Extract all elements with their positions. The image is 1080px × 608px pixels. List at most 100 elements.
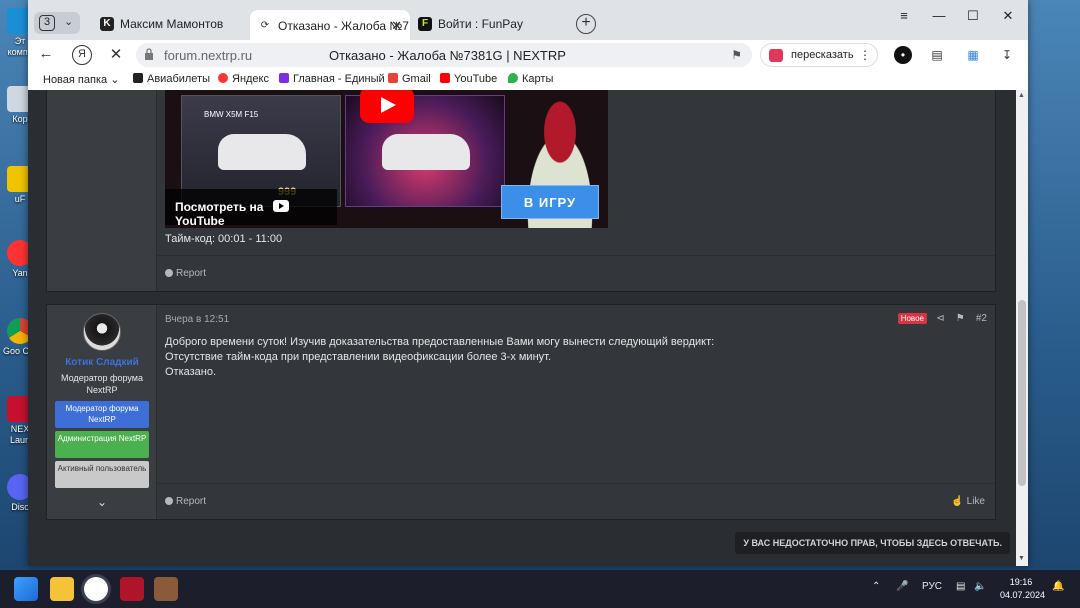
- bookmark-icon[interactable]: ⚑: [731, 48, 742, 62]
- navigation-bar: ← Я ✕ forum.nextrp.ru Отказано - Жалоба …: [28, 40, 1028, 70]
- yandex-icon: [218, 73, 228, 83]
- bookmarks-bar: Новая папка ⌄ Авиабилеты Яндекс Главная …: [28, 70, 1028, 90]
- nextrp-taskbar-icon[interactable]: [120, 577, 144, 601]
- bookmark-icon[interactable]: ⚑: [956, 313, 965, 324]
- forum-post-1: BMW X5M F15 999 Посмотреть на YouTube: [46, 90, 996, 292]
- download-icon[interactable]: ↧: [998, 46, 1016, 64]
- notification-icon[interactable]: 🔔: [1052, 581, 1064, 592]
- car-image: [218, 134, 306, 170]
- post-line: Доброго времени суток! Изучив доказатель…: [165, 336, 715, 348]
- tab-complaint[interactable]: ⟳ Отказано - Жалоба №7 ✕: [250, 10, 410, 44]
- volume-icon[interactable]: 🔈: [974, 581, 986, 592]
- badge-active-user: Активный пользователь: [55, 461, 149, 488]
- youtube-play-button[interactable]: [360, 90, 414, 123]
- chevron-down-icon[interactable]: ⌄: [47, 495, 157, 509]
- chevron-down-icon: ⌄: [110, 74, 120, 86]
- post-line: Отсутствие тайм-кода при представлении в…: [165, 351, 552, 363]
- maximize-icon[interactable]: ☐: [958, 8, 988, 24]
- minimize-icon[interactable]: —: [924, 8, 954, 23]
- scroll-up-icon[interactable]: ▲: [1018, 92, 1025, 99]
- embedded-video[interactable]: BMW X5M F15 999 Посмотреть на YouTube: [165, 90, 608, 228]
- taskbar: ⌃ 🎤 РУС ▤ 🔈 19:16 04.07.2024 🔔: [0, 570, 1080, 608]
- badge-administration: Администрация NextRP: [55, 431, 149, 458]
- collections-icon[interactable]: ▤: [928, 46, 946, 64]
- bookmark-gmail[interactable]: Gmail: [388, 73, 431, 85]
- yandex-logo-icon[interactable]: Я: [72, 45, 92, 65]
- badge-moderator: Модератор форума NextRP: [55, 401, 149, 428]
- report-icon: [165, 497, 173, 505]
- file-explorer-icon[interactable]: [50, 577, 74, 601]
- close-tab-icon[interactable]: ✕: [391, 18, 402, 34]
- youtube-icon: [440, 73, 450, 83]
- new-badge: Новое: [897, 313, 927, 324]
- report-icon: [165, 269, 173, 277]
- maps-icon: [508, 73, 518, 83]
- post-number[interactable]: #2: [976, 313, 987, 324]
- bookmark-youtube[interactable]: YouTube: [440, 73, 497, 85]
- retell-icon: [769, 49, 783, 62]
- new-tab-button[interactable]: +: [576, 14, 596, 34]
- report-link[interactable]: Report: [165, 496, 206, 507]
- youtube-icon: [272, 200, 289, 212]
- page-scrollbar[interactable]: ▲ ▼: [1016, 90, 1028, 566]
- tab-count-button[interactable]: 3 ⌄: [34, 12, 80, 34]
- clock[interactable]: 19:16 04.07.2024: [1000, 576, 1045, 602]
- report-link[interactable]: Report: [165, 268, 206, 279]
- scroll-down-icon[interactable]: ▼: [1018, 555, 1025, 562]
- post-user-column: Котик Сладкий Модератор форума NextRP Мо…: [47, 305, 157, 519]
- user-title: Модератор форума NextRP: [61, 373, 143, 395]
- browser-window: 3 ⌄ K Максим Мамонтов ⟳ Отказано - Жалоб…: [28, 0, 1028, 566]
- bookmark-main[interactable]: Главная - Единый: [279, 73, 385, 85]
- thumbs-up-icon: ☝: [951, 496, 964, 507]
- tray-expand-icon[interactable]: ⌃: [872, 581, 880, 592]
- screenshot-extension-icon[interactable]: ▦: [964, 46, 982, 64]
- post-content: Доброго времени суток! Изучив доказатель…: [165, 335, 987, 380]
- tab-strip: 3 ⌄ K Максим Мамонтов ⟳ Отказано - Жалоб…: [28, 0, 1028, 44]
- microphone-icon[interactable]: 🎤: [896, 581, 908, 592]
- main-icon: [279, 73, 289, 83]
- post-date[interactable]: Вчера в 12:51: [165, 314, 229, 325]
- loading-icon: ⟳: [260, 20, 270, 31]
- chevron-down-icon: ⌄: [64, 16, 74, 28]
- vk-icon: K: [100, 17, 114, 31]
- language-indicator[interactable]: РУС: [922, 581, 942, 592]
- share-icon[interactable]: ⊲: [936, 313, 944, 324]
- game-taskbar-icon[interactable]: [154, 577, 178, 601]
- play-game-button[interactable]: В ИГРУ: [501, 185, 599, 219]
- post-footer: Report: [157, 255, 995, 291]
- avatar[interactable]: [83, 313, 121, 351]
- bookmark-maps[interactable]: Карты: [508, 73, 553, 85]
- menu-icon[interactable]: ≡: [889, 8, 919, 23]
- post-user-column: [47, 90, 157, 291]
- post-footer: Report ☝ Like: [157, 483, 995, 519]
- bookmark-yandex[interactable]: Яндекс: [218, 73, 269, 85]
- car-image: [382, 134, 470, 170]
- network-icon[interactable]: ▤: [956, 581, 965, 592]
- start-icon[interactable]: [14, 577, 38, 601]
- reply-permission-notice: У ВАС НЕДОСТАТОЧНО ПРАВ, ЧТОБЫ ЗДЕСЬ ОТВ…: [735, 532, 1010, 554]
- forum-page: BMW X5M F15 999 Посмотреть на YouTube: [28, 90, 1028, 566]
- vk-extension-icon[interactable]: •: [894, 46, 912, 64]
- close-window-icon[interactable]: ✕: [993, 8, 1023, 24]
- scrollbar-thumb[interactable]: [1018, 300, 1026, 486]
- username[interactable]: Котик Сладкий: [47, 357, 157, 368]
- address-bar[interactable]: forum.nextrp.ru Отказано - Жалоба №7381G…: [136, 43, 752, 67]
- post-actions: ⊲ ⚑ #2: [936, 313, 987, 324]
- watch-on-youtube[interactable]: Посмотреть на YouTube: [165, 189, 337, 228]
- stop-loading-icon[interactable]: ✕: [106, 45, 126, 63]
- bookmark-avia[interactable]: Авиабилеты: [133, 73, 210, 85]
- timecode-text: Тайм-код: 00:01 - 11:00: [165, 233, 283, 245]
- forum-post-2: Котик Сладкий Модератор форума NextRP Мо…: [46, 304, 996, 520]
- tab-vk[interactable]: K Максим Мамонтов: [92, 8, 252, 40]
- plane-icon: [133, 73, 143, 83]
- funpay-icon: F: [418, 17, 432, 31]
- more-options-icon[interactable]: ⋮: [856, 46, 874, 64]
- like-button[interactable]: ☝ Like: [951, 496, 985, 507]
- post-line: Отказано.: [165, 366, 217, 378]
- lock-icon: [145, 48, 153, 60]
- gmail-icon: [388, 73, 398, 83]
- bookmark-folder[interactable]: Новая папка ⌄: [43, 73, 119, 86]
- tab-funpay[interactable]: F Войти : FunPay: [410, 8, 570, 40]
- back-icon[interactable]: ←: [36, 45, 56, 62]
- yandex-browser-icon[interactable]: [84, 577, 108, 601]
